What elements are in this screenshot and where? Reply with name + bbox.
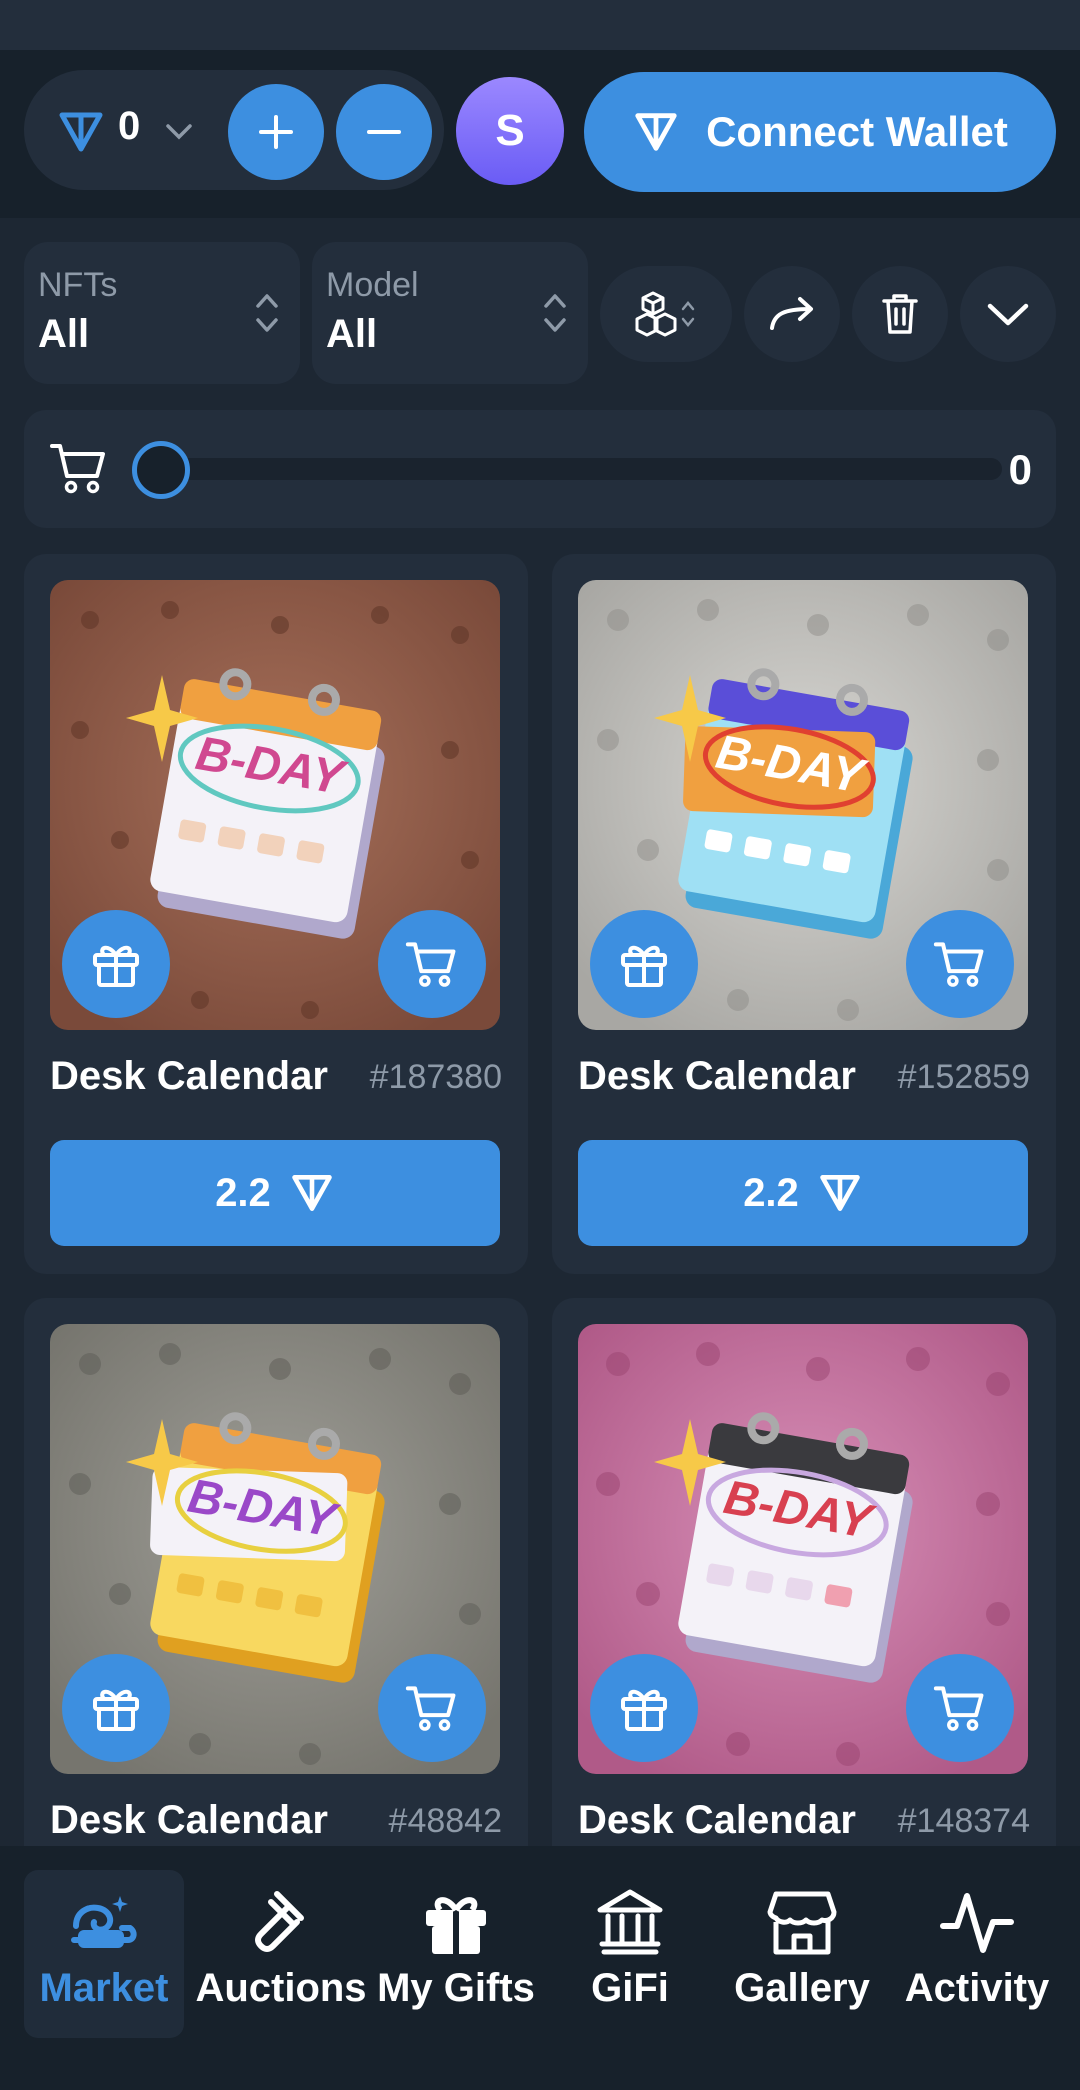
- share-button[interactable]: [744, 266, 840, 362]
- minus-icon: [367, 130, 401, 134]
- bottom-nav: Market Auctions My Gifts GiFi Gallery Ac…: [0, 1846, 1080, 2090]
- avatar[interactable]: S: [456, 77, 564, 185]
- nft-number: #187380: [369, 1058, 502, 1096]
- add-to-cart-button[interactable]: [906, 910, 1014, 1018]
- price-value: 2.2: [743, 1170, 799, 1215]
- withdraw-button[interactable]: [336, 84, 432, 180]
- nav-label: Auctions: [195, 1966, 367, 2010]
- ton-icon: [820, 1175, 860, 1211]
- send-gift-button[interactable]: [590, 910, 698, 1018]
- cart-icon: [405, 942, 456, 987]
- price-value: 2.2: [215, 1170, 271, 1215]
- cart-sweep-bar: 0: [24, 410, 1056, 528]
- nav-gallery[interactable]: Gallery: [722, 1870, 882, 2038]
- deposit-button[interactable]: [228, 84, 324, 180]
- nfts-filter-label: NFTs: [38, 266, 118, 304]
- nav-label: My Gifts: [377, 1966, 535, 2010]
- gift-icon: [621, 945, 667, 987]
- nav-market[interactable]: Market: [24, 1870, 184, 2038]
- send-gift-button[interactable]: [62, 910, 170, 1018]
- nft-card[interactable]: B-DAY Desk Calendar #187380 2.2: [24, 554, 528, 1274]
- send-gift-button[interactable]: [62, 1654, 170, 1762]
- nav-label: GiFi: [591, 1966, 669, 2010]
- cart-icon: [50, 444, 105, 494]
- trash-icon: [882, 294, 918, 334]
- chevron-down-icon[interactable]: [160, 114, 198, 148]
- market-snail-icon: [71, 1896, 137, 1948]
- nav-my-gifts[interactable]: My Gifts: [376, 1870, 536, 2038]
- gift-icon: [426, 1897, 486, 1954]
- sort-arrows-icon: [544, 294, 566, 332]
- clear-button[interactable]: [852, 266, 948, 362]
- ton-icon: [292, 1175, 332, 1211]
- cart-slider-track[interactable]: [134, 458, 1002, 480]
- cart-icon: [405, 1686, 456, 1731]
- bank-icon: [597, 1889, 663, 1955]
- collection-select-button[interactable]: [600, 266, 732, 362]
- gavel-icon: [255, 1891, 304, 1952]
- buy-button[interactable]: 2.2: [50, 1140, 500, 1246]
- ton-icon: [635, 113, 677, 151]
- add-to-cart-button[interactable]: [378, 910, 486, 1018]
- cart-slider-thumb[interactable]: [132, 441, 190, 499]
- connect-wallet-label: Connect Wallet: [706, 108, 1008, 155]
- send-gift-button[interactable]: [590, 1654, 698, 1762]
- nav-auctions[interactable]: Auctions: [195, 1870, 367, 2038]
- nft-name: Desk Calendar: [50, 1798, 328, 1842]
- nft-number: #148374: [897, 1802, 1030, 1840]
- nfts-filter-value: All: [38, 312, 90, 356]
- nft-number: #152859: [897, 1058, 1030, 1096]
- gift-icon: [93, 1689, 139, 1731]
- plus-icon: [259, 115, 293, 149]
- storefront-icon: [767, 1891, 837, 1955]
- nav-label: Activity: [904, 1966, 1050, 2010]
- model-filter-label: Model: [326, 266, 419, 304]
- nft-number: #48842: [388, 1802, 502, 1840]
- status-strip: [0, 0, 1080, 50]
- balance-value: 0: [118, 104, 141, 148]
- ton-icon: [59, 112, 103, 152]
- cart-count: 0: [1008, 446, 1032, 493]
- add-to-cart-button[interactable]: [906, 1654, 1014, 1762]
- nav-activity[interactable]: Activity: [892, 1870, 1062, 2038]
- nft-card[interactable]: B-DAY Desk Calendar #152859 2.2: [552, 554, 1056, 1274]
- cart-icon: [933, 942, 984, 987]
- blocks-icon: [635, 291, 695, 337]
- nav-gifi[interactable]: GiFi: [550, 1870, 710, 2038]
- add-to-cart-button[interactable]: [378, 1654, 486, 1762]
- buy-button[interactable]: 2.2: [578, 1140, 1028, 1246]
- nft-name: Desk Calendar: [578, 1054, 856, 1098]
- nft-name: Desk Calendar: [578, 1798, 856, 1842]
- model-filter-value: All: [326, 312, 378, 356]
- forward-arrow-icon: [770, 297, 813, 330]
- model-filter-select[interactable]: Model All: [312, 242, 588, 384]
- nfts-filter-select[interactable]: NFTs All: [24, 242, 300, 384]
- chevron-down-icon: [987, 303, 1029, 326]
- nav-label: Market: [39, 1966, 169, 2010]
- sort-arrows-icon: [256, 294, 278, 332]
- nft-name: Desk Calendar: [50, 1054, 328, 1098]
- gift-icon: [621, 1689, 667, 1731]
- activity-pulse-icon: [940, 1893, 1014, 1953]
- expand-filters-button[interactable]: [960, 266, 1056, 362]
- cart-icon: [933, 1686, 984, 1731]
- gift-icon: [93, 945, 139, 987]
- nav-label: Gallery: [734, 1966, 870, 2010]
- connect-wallet-button[interactable]: Connect Wallet: [584, 72, 1056, 192]
